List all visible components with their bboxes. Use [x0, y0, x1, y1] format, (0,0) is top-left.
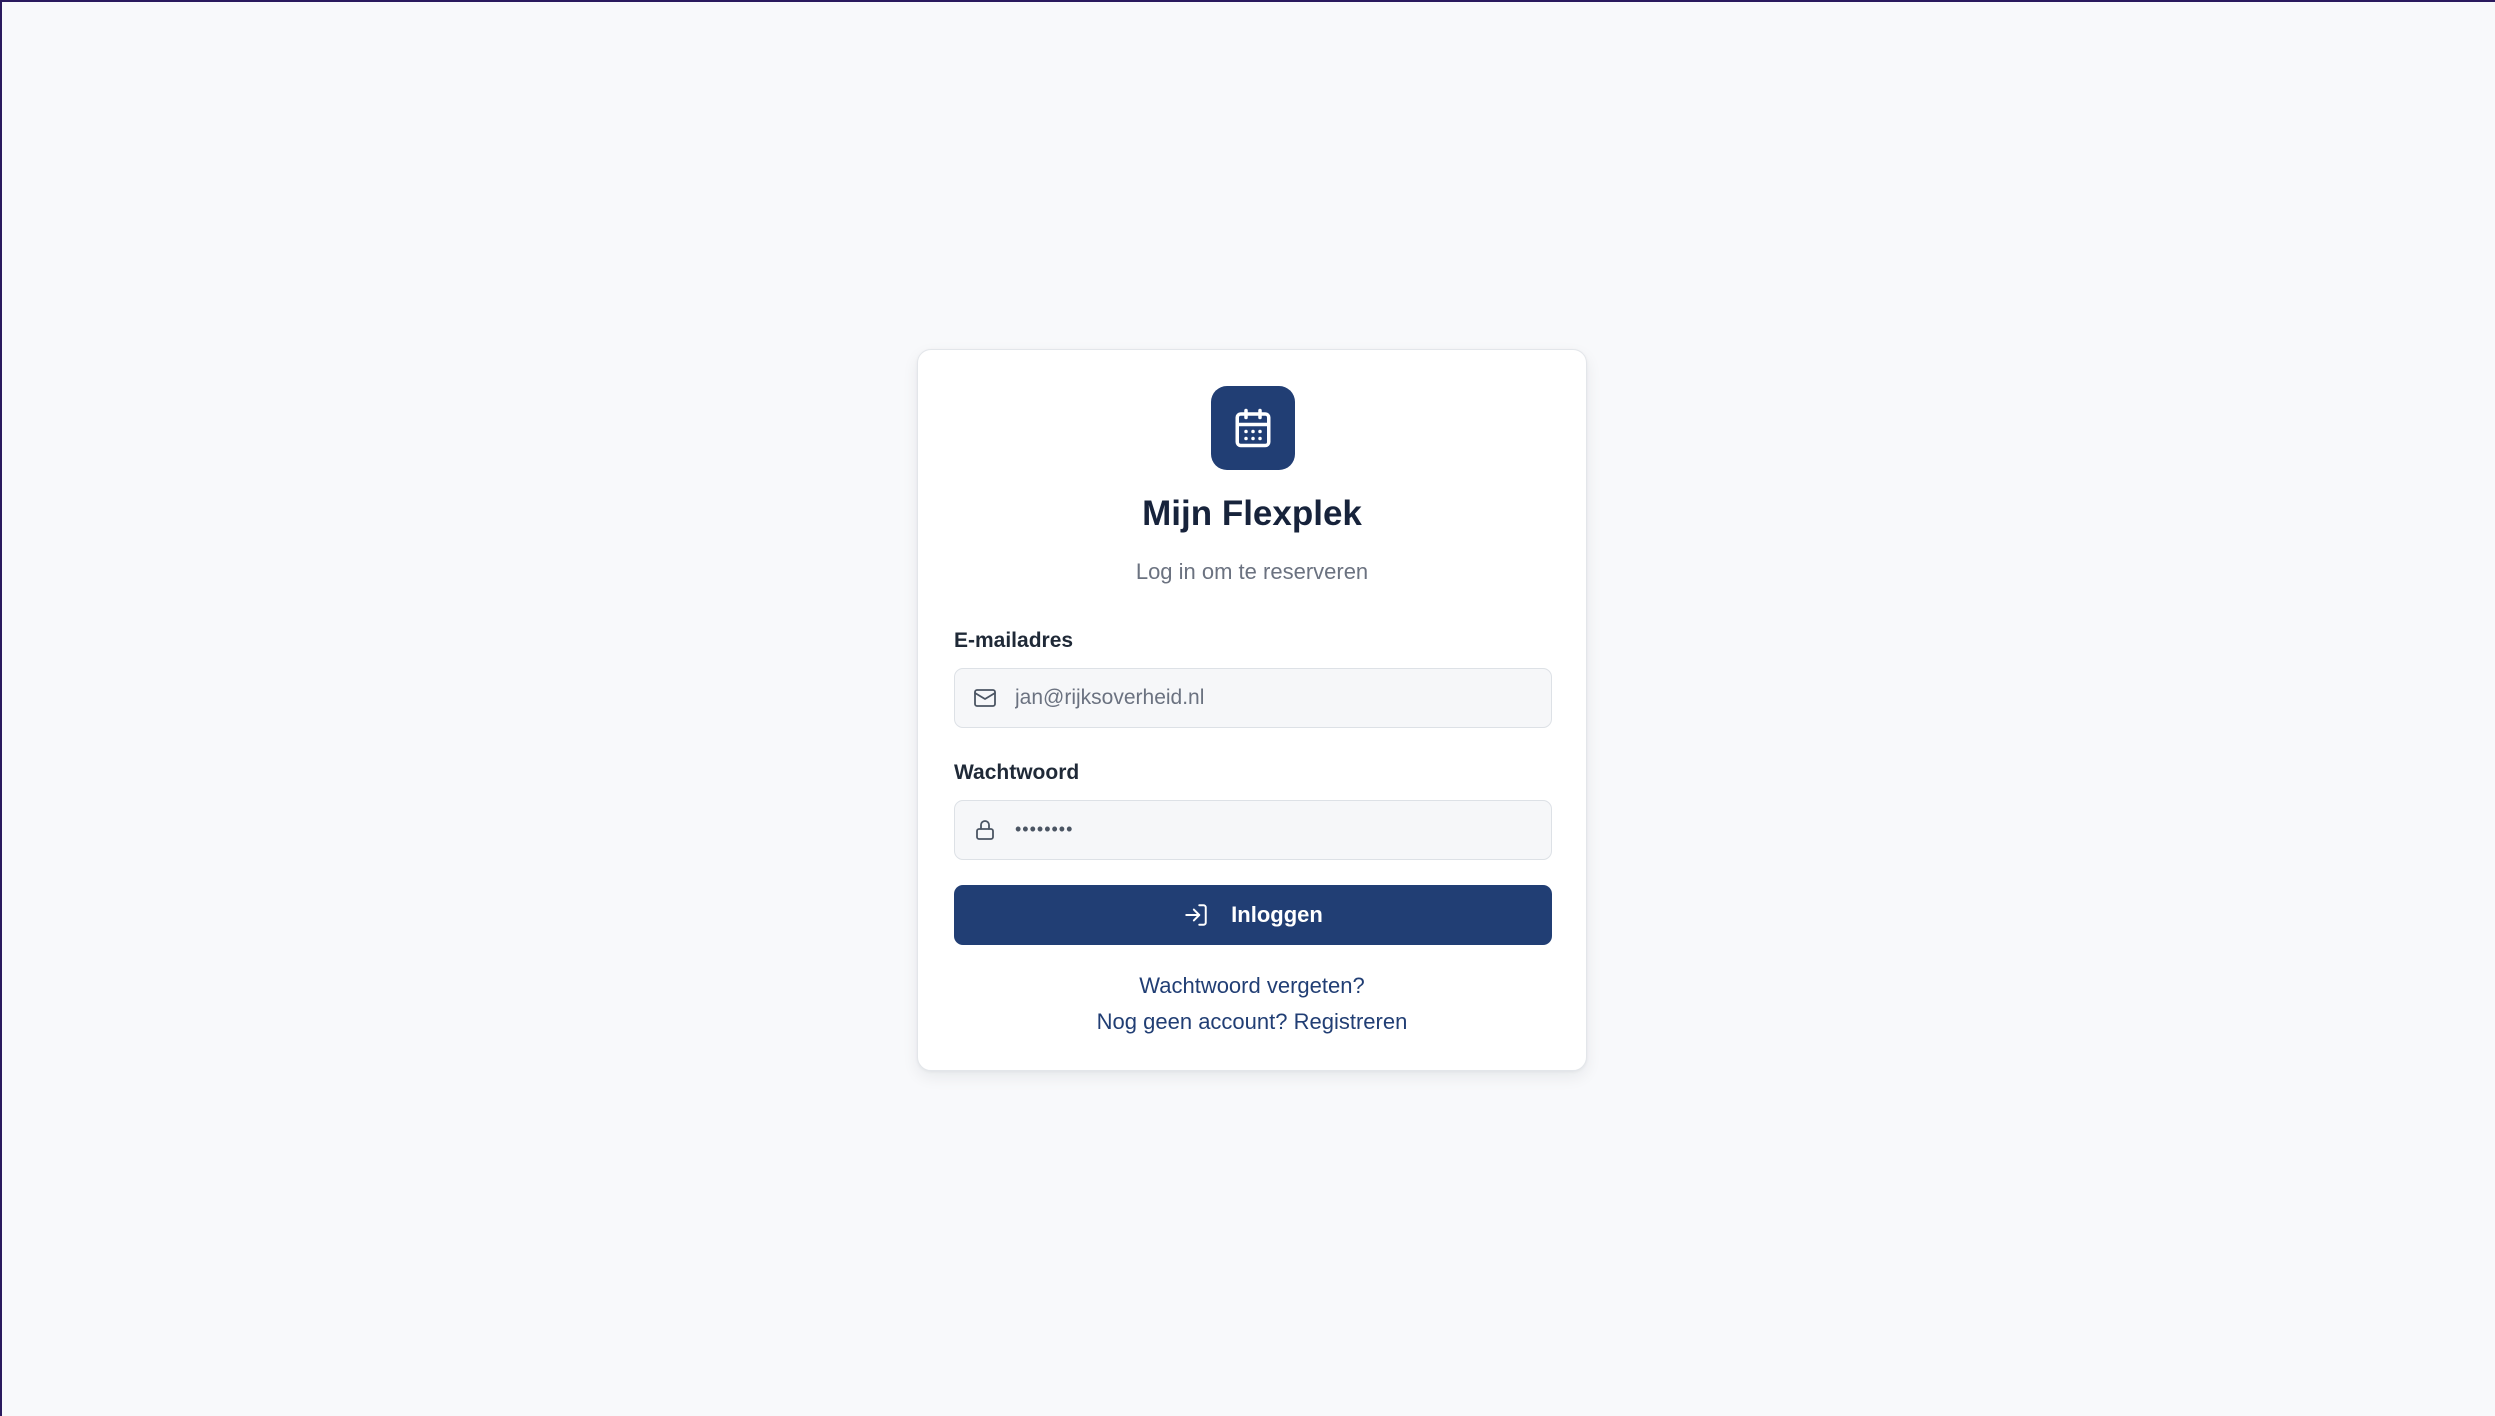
password-field-container[interactable] [954, 800, 1552, 860]
register-link[interactable]: Nog geen account? Registreren [918, 1008, 1586, 1036]
app-logo [1211, 386, 1295, 470]
password-input[interactable] [1015, 801, 1535, 858]
calendar-icon [1235, 408, 1271, 448]
lock-icon [976, 820, 994, 840]
page-subtitle: Log in om te reserveren [1135, 559, 1369, 584]
email-field-container[interactable] [954, 668, 1552, 728]
mail-icon [974, 689, 996, 707]
forgot-password-link[interactable]: Wachtwoord vergeten? [918, 972, 1586, 1000]
login-card: Mijn Flexplek Log in om te reserveren E-… [917, 349, 1587, 1071]
log-in-icon [1185, 904, 1207, 926]
email-input[interactable] [1015, 669, 1535, 726]
login-button[interactable]: Inloggen [954, 885, 1552, 945]
password-label: Wachtwoord [954, 761, 1080, 784]
login-button-label: Inloggen [1231, 902, 1323, 927]
page-title: Mijn Flexplek [1142, 494, 1362, 533]
email-label: E-mailadres [954, 629, 1074, 652]
